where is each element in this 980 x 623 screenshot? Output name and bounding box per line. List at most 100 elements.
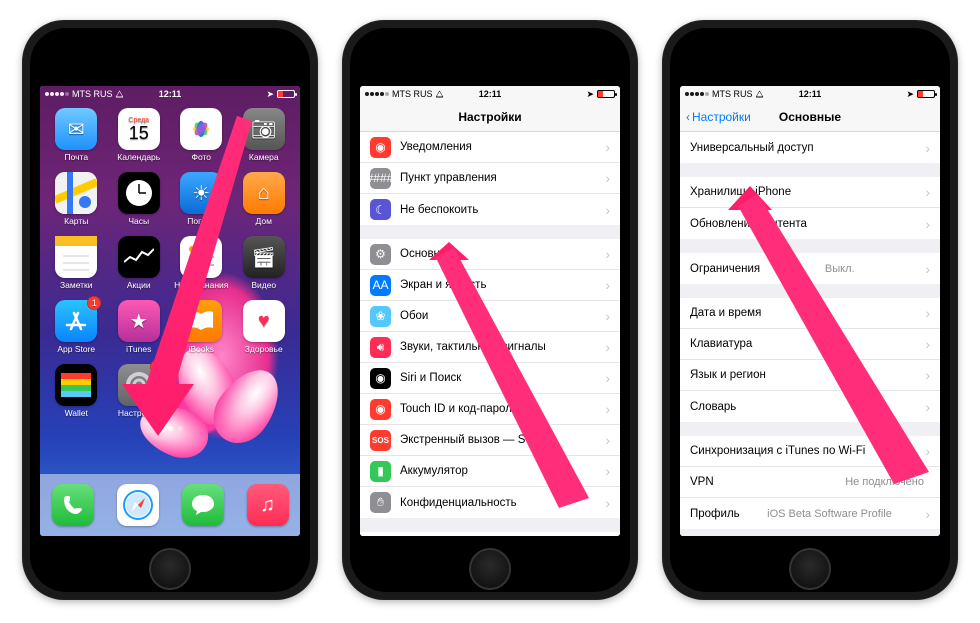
row-general[interactable]: ⚙︎Основные› (360, 239, 620, 270)
battery-row-icon: ▮ (370, 461, 391, 482)
wifi-icon: ⧋ (116, 89, 124, 100)
app-photos[interactable]: Фото (173, 108, 230, 162)
row-wallpaper[interactable]: ❀Обои› (360, 301, 620, 332)
chevron-icon: › (925, 261, 930, 277)
detail-value: Выкл. (825, 263, 855, 275)
app-home[interactable]: ⌂Дом (236, 172, 293, 226)
app-maps[interactable]: Карты (48, 172, 105, 226)
row-display[interactable]: AAЭкран и яркость› (360, 270, 620, 301)
chevron-icon: › (605, 277, 610, 293)
status-time: 12:11 (479, 89, 502, 99)
row-battery[interactable]: ▮Аккумулятор› (360, 456, 620, 487)
wallet-icon (55, 364, 97, 406)
row-touchid[interactable]: ◉Touch ID и код-пароль› (360, 394, 620, 425)
row-control-center[interactable]: �######Пункт управления› (360, 163, 620, 194)
app-itunes[interactable]: ★iTunes (111, 300, 168, 354)
general-icon: ⚙︎ (370, 244, 391, 265)
app-ibooks[interactable]: iBooks (173, 300, 230, 354)
chevron-icon: › (605, 495, 610, 511)
status-bar: MTS RUS⧋ 12:11 ➤ (40, 86, 300, 102)
app-stocks[interactable]: Акции (111, 236, 168, 290)
row-accessibility[interactable]: Универсальный доступ› (680, 132, 940, 163)
status-bar: MTS RUS⧋ 12:11 ➤ (360, 86, 620, 102)
row-background-refresh[interactable]: Обновление контента› (680, 208, 940, 239)
row-keyboard[interactable]: Клавиатура› (680, 329, 940, 360)
status-time: 12:11 (159, 89, 182, 99)
row-notifications[interactable]: ◉Уведомления› (360, 132, 620, 163)
dock-phone[interactable] (52, 484, 94, 526)
dnd-icon: ☾ (370, 199, 391, 220)
chevron-icon: › (925, 443, 930, 459)
location-icon: ➤ (586, 89, 594, 100)
app-video[interactable]: 🎬︎Видео (236, 236, 293, 290)
row-date-time[interactable]: Дата и время› (680, 298, 940, 329)
row-profile[interactable]: ПрофильiOS Beta Software Profile› (680, 498, 940, 529)
app-calendar[interactable]: Среда15Календарь (111, 108, 168, 162)
status-bar: MTS RUS⧋ 12:11 ➤ (680, 86, 940, 102)
dock-messages[interactable] (182, 484, 224, 526)
camera-icon: 📷︎ (243, 108, 285, 150)
app-mail[interactable]: ✉︎Почта (48, 108, 105, 162)
notes-icon (55, 236, 97, 278)
back-button[interactable]: ‹Настройки (686, 110, 751, 124)
row-dictionary[interactable]: Словарь› (680, 391, 940, 422)
health-icon: ♥︎ (243, 300, 285, 342)
app-wallet[interactable]: Wallet (48, 364, 105, 418)
app-settings[interactable]: 2Настройки (111, 364, 168, 418)
app-health[interactable]: ♥︎Здоровье (236, 300, 293, 354)
chevron-icon: › (605, 370, 610, 386)
app-weather[interactable]: ☀︎Погода (173, 172, 230, 226)
settings-list: ◉Уведомления› �######Пункт управления› ☾… (360, 132, 620, 536)
app-reminders[interactable]: Напоминания (173, 236, 230, 290)
app-notes[interactable]: Заметки (48, 236, 105, 290)
app-camera[interactable]: 📷︎Камера (236, 108, 293, 162)
battery-icon (917, 90, 935, 98)
row-iphone-storage[interactable]: Хранилище iPhone› (680, 177, 940, 208)
dock: ♫ (40, 474, 300, 536)
appstore-icon: 1 (55, 300, 97, 342)
sounds-icon: 🔊︎ (370, 337, 391, 358)
battery-icon (277, 90, 295, 98)
chevron-icon: › (605, 246, 610, 262)
home-button[interactable] (469, 548, 511, 590)
row-sounds[interactable]: 🔊︎Звуки, тактильные сигналы› (360, 332, 620, 363)
row-vpn[interactable]: VPNНе подключено (680, 467, 940, 498)
home-button[interactable] (149, 548, 191, 590)
dock-music[interactable]: ♫ (247, 484, 289, 526)
battery-icon (597, 90, 615, 98)
row-siri[interactable]: ◉Siri и Поиск› (360, 363, 620, 394)
nav-bar: ‹Настройки Основные (680, 102, 940, 132)
settings-screen: MTS RUS⧋ 12:11 ➤ Настройки ◉Уведомления›… (360, 86, 620, 536)
row-restrictions[interactable]: ОграниченияВыкл.› (680, 253, 940, 284)
page-indicator (40, 426, 300, 431)
row-privacy[interactable]: ✋︎Конфиденциальность› (360, 487, 620, 518)
row-itunes-wifi-sync[interactable]: Синхронизация с iTunes по Wi-Fi› (680, 436, 940, 467)
app-clock[interactable]: Часы (111, 172, 168, 226)
row-sos[interactable]: SOSЭкстренный вызов — SOS› (360, 425, 620, 456)
wallpaper-icon: ❀ (370, 306, 391, 327)
row-itunes-appstore[interactable]: ⒶiTunes Store и App Store› (360, 532, 620, 536)
row-language-region[interactable]: Язык и регион› (680, 360, 940, 391)
home-icon: ⌂ (243, 172, 285, 214)
chevron-icon: › (925, 184, 930, 200)
location-icon: ➤ (906, 89, 914, 100)
chevron-icon: › (605, 432, 610, 448)
dock-safari[interactable] (117, 484, 159, 526)
chevron-icon: › (605, 308, 610, 324)
row-dnd[interactable]: ☾Не беспокоить› (360, 194, 620, 225)
status-time: 12:11 (799, 89, 822, 99)
maps-icon (55, 172, 97, 214)
video-icon: 🎬︎ (243, 236, 285, 278)
carrier-label: MTS RUS (72, 89, 113, 99)
sos-icon: SOS (370, 430, 391, 451)
badge: 2 (150, 360, 164, 374)
touchid-icon: ◉ (370, 399, 391, 420)
nav-bar: Настройки (360, 102, 620, 132)
photos-icon (180, 108, 222, 150)
carrier-label: MTS RUS (712, 89, 753, 99)
app-appstore[interactable]: 1App Store (48, 300, 105, 354)
chevron-left-icon: ‹ (686, 110, 690, 124)
home-button[interactable] (789, 548, 831, 590)
phone-home: MTS RUS⧋ 12:11 ➤ ✉︎Почта Среда15Календар… (22, 20, 318, 600)
chevron-icon: › (605, 170, 610, 186)
